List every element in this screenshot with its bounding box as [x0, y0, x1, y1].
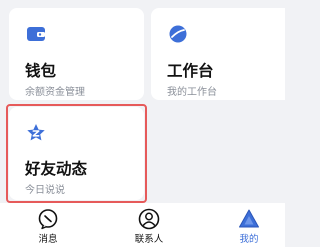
- chat-bubble-icon: [37, 208, 59, 230]
- workbench-icon: [168, 24, 188, 44]
- tab-messages[interactable]: 消息: [18, 203, 78, 247]
- wallet-title: 钱包: [25, 62, 57, 80]
- friend-feed-subtitle: 今日说说: [25, 185, 65, 196]
- friend-feed-title: 好友动态: [25, 160, 88, 178]
- tab-me[interactable]: 我的: [219, 203, 279, 247]
- wallet-icon: [26, 24, 46, 44]
- person-icon: [138, 208, 160, 230]
- workbench-title: 工作台: [167, 62, 214, 80]
- tab-contacts[interactable]: 联系人: [119, 203, 179, 247]
- workbench-subtitle: 我的工作台: [167, 87, 217, 98]
- triangle-icon: [238, 208, 260, 230]
- tab-contacts-label: 联系人: [134, 234, 164, 245]
- bottom-tab-bar: 消息 联系人 我的: [0, 203, 285, 247]
- wallet-subtitle: 余额资金管理: [25, 87, 85, 98]
- wallet-card[interactable]: 钱包 余额资金管理: [9, 8, 144, 100]
- friend-feed-card[interactable]: 好友动态 今日说说: [9, 107, 144, 200]
- tab-messages-label: 消息: [38, 234, 58, 245]
- workbench-card[interactable]: 工作台 我的工作台: [151, 8, 285, 100]
- star-z-icon: [26, 123, 46, 143]
- tab-me-label: 我的: [239, 234, 259, 245]
